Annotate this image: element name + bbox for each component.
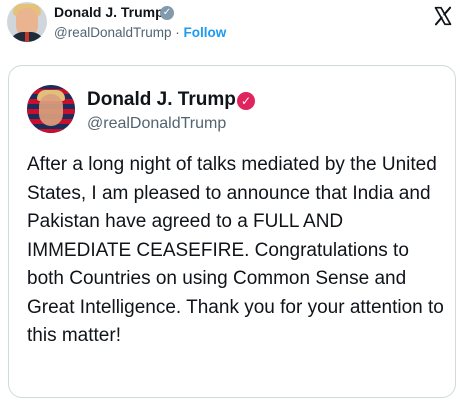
x-logo-icon[interactable] [433, 6, 453, 26]
separator: · [175, 25, 180, 40]
author-handle[interactable]: @realDonaldTrump [54, 25, 172, 40]
quoted-author-name[interactable]: Donald J. Trump [87, 89, 236, 111]
verified-badge-icon: ✓ [237, 92, 255, 110]
quoted-author-handle[interactable]: @realDonaldTrump [87, 115, 226, 133]
author-name[interactable]: Donald J. Trump [54, 4, 164, 20]
author-handle-line: @realDonaldTrump · Follow [54, 25, 226, 40]
quoted-post-card[interactable]: Donald J. Trump ✓ @realDonaldTrump After… [8, 65, 456, 398]
verified-badge-icon: ✓ [160, 6, 174, 20]
follow-button[interactable]: Follow [184, 25, 227, 40]
post-header: Donald J. Trump ✓ @realDonaldTrump · Fol… [0, 0, 460, 50]
post-text: After a long night of talks mediated by … [27, 154, 444, 346]
avatar[interactable] [7, 2, 47, 42]
quoted-avatar[interactable] [27, 85, 75, 133]
